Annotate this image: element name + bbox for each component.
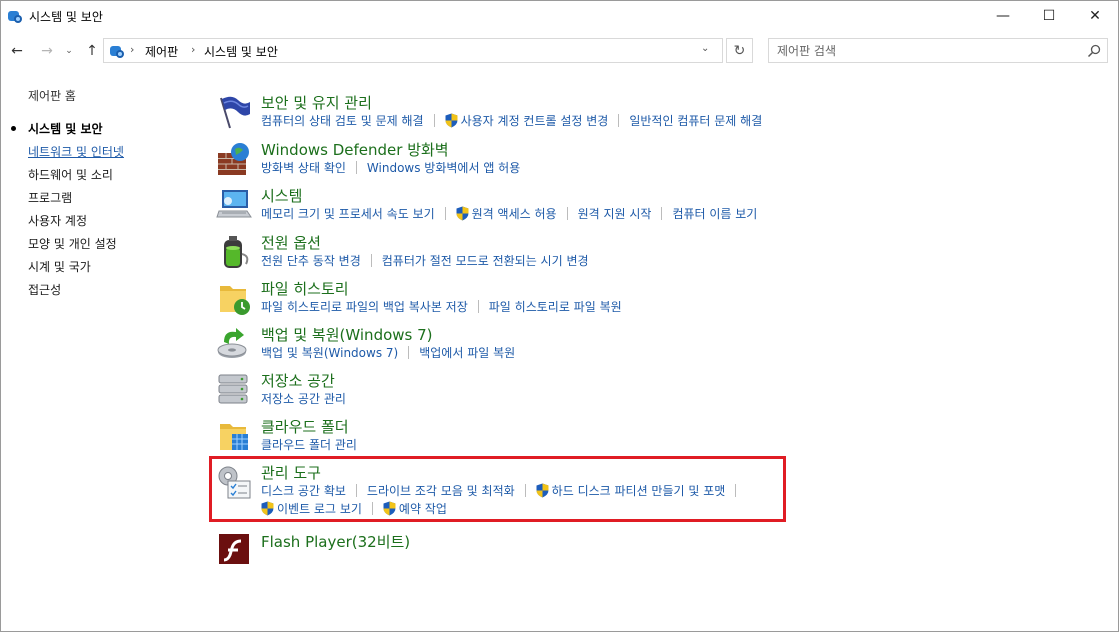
uac-shield-icon [445, 113, 458, 127]
task-link-text[interactable]: 원격 액세스 허용 [472, 205, 557, 222]
control-panel-icon [110, 46, 124, 58]
category-title[interactable]: 전원 옵션 [261, 232, 321, 253]
task-link[interactable]: Windows 방화벽에서 앱 허용 [367, 159, 520, 176]
link-separator [408, 345, 410, 359]
nav-user-accounts[interactable]: 사용자 계정 [28, 212, 87, 229]
task-link[interactable]: 파일 히스토리로 파일 복원 [489, 298, 622, 315]
maximize-icon: ☐ [1042, 8, 1056, 24]
task-link[interactable]: 전원 단추 동작 변경 [261, 252, 361, 269]
forward-arrow-icon: → [41, 43, 53, 59]
minimize-button[interactable]: — [980, 1, 1026, 31]
highlight-box [209, 456, 786, 522]
task-link-uac[interactable]: 사용자 계정 컨트롤 설정 변경 [445, 112, 609, 129]
task-link[interactable]: 원격 지원 시작 [578, 205, 652, 222]
breadcrumb-system-security[interactable]: 시스템 및 보안 [204, 43, 278, 60]
nav-hardware-sound[interactable]: 하드웨어 및 소리 [28, 166, 113, 183]
nav-ease-of-access[interactable]: 접근성 [28, 281, 61, 298]
link-separator [355, 160, 357, 174]
nav-network-internet[interactable]: 네트워크 및 인터넷 [28, 143, 124, 160]
link-separator [477, 299, 479, 313]
task-link[interactable]: 방화벽 상태 확인 [261, 159, 346, 176]
category-links: 방화벽 상태 확인 Windows 방화벽에서 앱 허용 [261, 159, 520, 175]
link-separator [370, 253, 372, 267]
link-separator [566, 206, 568, 220]
address-bar[interactable]: › 제어판 › 시스템 및 보안 ⌄ [103, 38, 723, 63]
category-title[interactable]: 저장소 공간 [261, 370, 335, 391]
category-title[interactable]: 파일 히스토리 [261, 278, 349, 299]
link-separator [618, 113, 620, 127]
back-arrow-icon: ← [11, 43, 23, 59]
up-arrow-icon: ↑ [86, 43, 98, 59]
category-links: 전원 단추 동작 변경 컴퓨터가 절전 모드로 전환되는 시기 변경 [261, 252, 589, 268]
storage-icon [218, 374, 248, 404]
nav-programs[interactable]: 프로그램 [28, 189, 72, 206]
task-link-remote-access[interactable]: 원격 액세스 허용 [456, 205, 557, 222]
flag-icon [220, 96, 250, 129]
link-separator [661, 206, 663, 220]
title-bar[interactable]: 시스템 및 보안 — ☐ ✕ [1, 1, 1118, 31]
flash-icon [219, 534, 249, 564]
task-link[interactable]: 저장소 공간 관리 [261, 390, 346, 407]
computer-icon [216, 190, 252, 218]
up-button[interactable]: ↑ [82, 41, 102, 61]
battery-icon [224, 236, 249, 268]
breadcrumb-separator[interactable]: › [130, 43, 134, 56]
category-title[interactable]: 클라우드 폴더 [261, 416, 349, 437]
category-links: 파일 히스토리로 파일의 백업 복사본 저장 파일 히스토리로 파일 복원 [261, 298, 622, 314]
category-links: 저장소 공간 관리 [261, 390, 346, 406]
category-title[interactable]: Flash Player(32비트) [261, 531, 410, 552]
close-icon: ✕ [1089, 8, 1101, 24]
task-link[interactable]: 메모리 크기 및 프로세서 속도 보기 [261, 205, 435, 222]
refresh-button[interactable]: ↻ [726, 38, 753, 63]
category-title[interactable]: Windows Defender 방화벽 [261, 139, 449, 160]
recent-locations-button[interactable]: ⌄ [62, 41, 76, 61]
back-button[interactable]: ← [7, 41, 27, 61]
search-box[interactable] [768, 38, 1108, 63]
nav-control-panel-home[interactable]: 제어판 홈 [28, 87, 76, 104]
forward-button[interactable]: → [37, 41, 57, 61]
search-icon[interactable] [1087, 44, 1101, 58]
category-links: 클라우드 폴더 관리 [261, 436, 357, 452]
chevron-down-icon: ⌄ [65, 46, 73, 56]
search-input[interactable] [777, 42, 1077, 59]
control-panel-icon [8, 11, 22, 23]
minimize-icon: — [996, 8, 1010, 24]
breadcrumb-separator[interactable]: › [191, 43, 195, 56]
window-title: 시스템 및 보안 [29, 10, 103, 24]
maximize-button[interactable]: ☐ [1026, 1, 1072, 31]
task-link[interactable]: 파일 히스토리로 파일의 백업 복사본 저장 [261, 298, 468, 315]
category-links: 백업 및 복원(Windows 7) 백업에서 파일 복원 [261, 344, 515, 360]
uac-shield-icon [456, 206, 469, 220]
category-links: 컴퓨터의 상태 검토 및 문제 해결 사용자 계정 컨트롤 설정 변경 일반적인… [261, 112, 762, 128]
task-link[interactable]: 일반적인 컴퓨터 문제 해결 [629, 112, 762, 129]
task-link[interactable]: 클라우드 폴더 관리 [261, 436, 357, 453]
category-links: 메모리 크기 및 프로세서 속도 보기 원격 액세스 허용 원격 지원 시작 컴… [261, 205, 757, 221]
link-separator [444, 206, 446, 220]
task-link[interactable]: 백업 및 복원(Windows 7) [261, 344, 398, 361]
breadcrumb-control-panel[interactable]: 제어판 [145, 43, 178, 60]
category-title[interactable]: 백업 및 복원(Windows 7) [261, 324, 433, 345]
firewall-icon [218, 143, 249, 175]
nav-appearance-personalization[interactable]: 모양 및 개인 설정 [28, 235, 117, 252]
task-link-text[interactable]: 사용자 계정 컨트롤 설정 변경 [461, 112, 609, 129]
cloud-folder-icon [220, 424, 248, 450]
file-history-icon [220, 286, 250, 315]
category-title[interactable]: 보안 및 유지 관리 [261, 92, 372, 113]
current-item-bullet [11, 126, 16, 131]
control-panel-window: 시스템 및 보안 — ☐ ✕ ← → ⌄ ↑ › 제어판 › 시스템 및 보안 … [0, 0, 1119, 632]
nav-system-security[interactable]: 시스템 및 보안 [28, 120, 103, 137]
task-link[interactable]: 컴퓨터의 상태 검토 및 문제 해결 [261, 112, 424, 129]
refresh-icon: ↻ [733, 42, 746, 59]
backup-icon [217, 328, 247, 358]
nav-clock-region[interactable]: 시계 및 국가 [28, 258, 91, 275]
task-link[interactable]: 컴퓨터가 절전 모드로 전환되는 시기 변경 [382, 252, 589, 269]
category-title[interactable]: 시스템 [261, 185, 302, 206]
address-dropdown-icon[interactable]: ⌄ [701, 43, 709, 54]
task-link[interactable]: 백업에서 파일 복원 [419, 344, 515, 361]
task-link[interactable]: 컴퓨터 이름 보기 [672, 205, 757, 222]
close-button[interactable]: ✕ [1072, 1, 1118, 31]
link-separator [433, 113, 435, 127]
